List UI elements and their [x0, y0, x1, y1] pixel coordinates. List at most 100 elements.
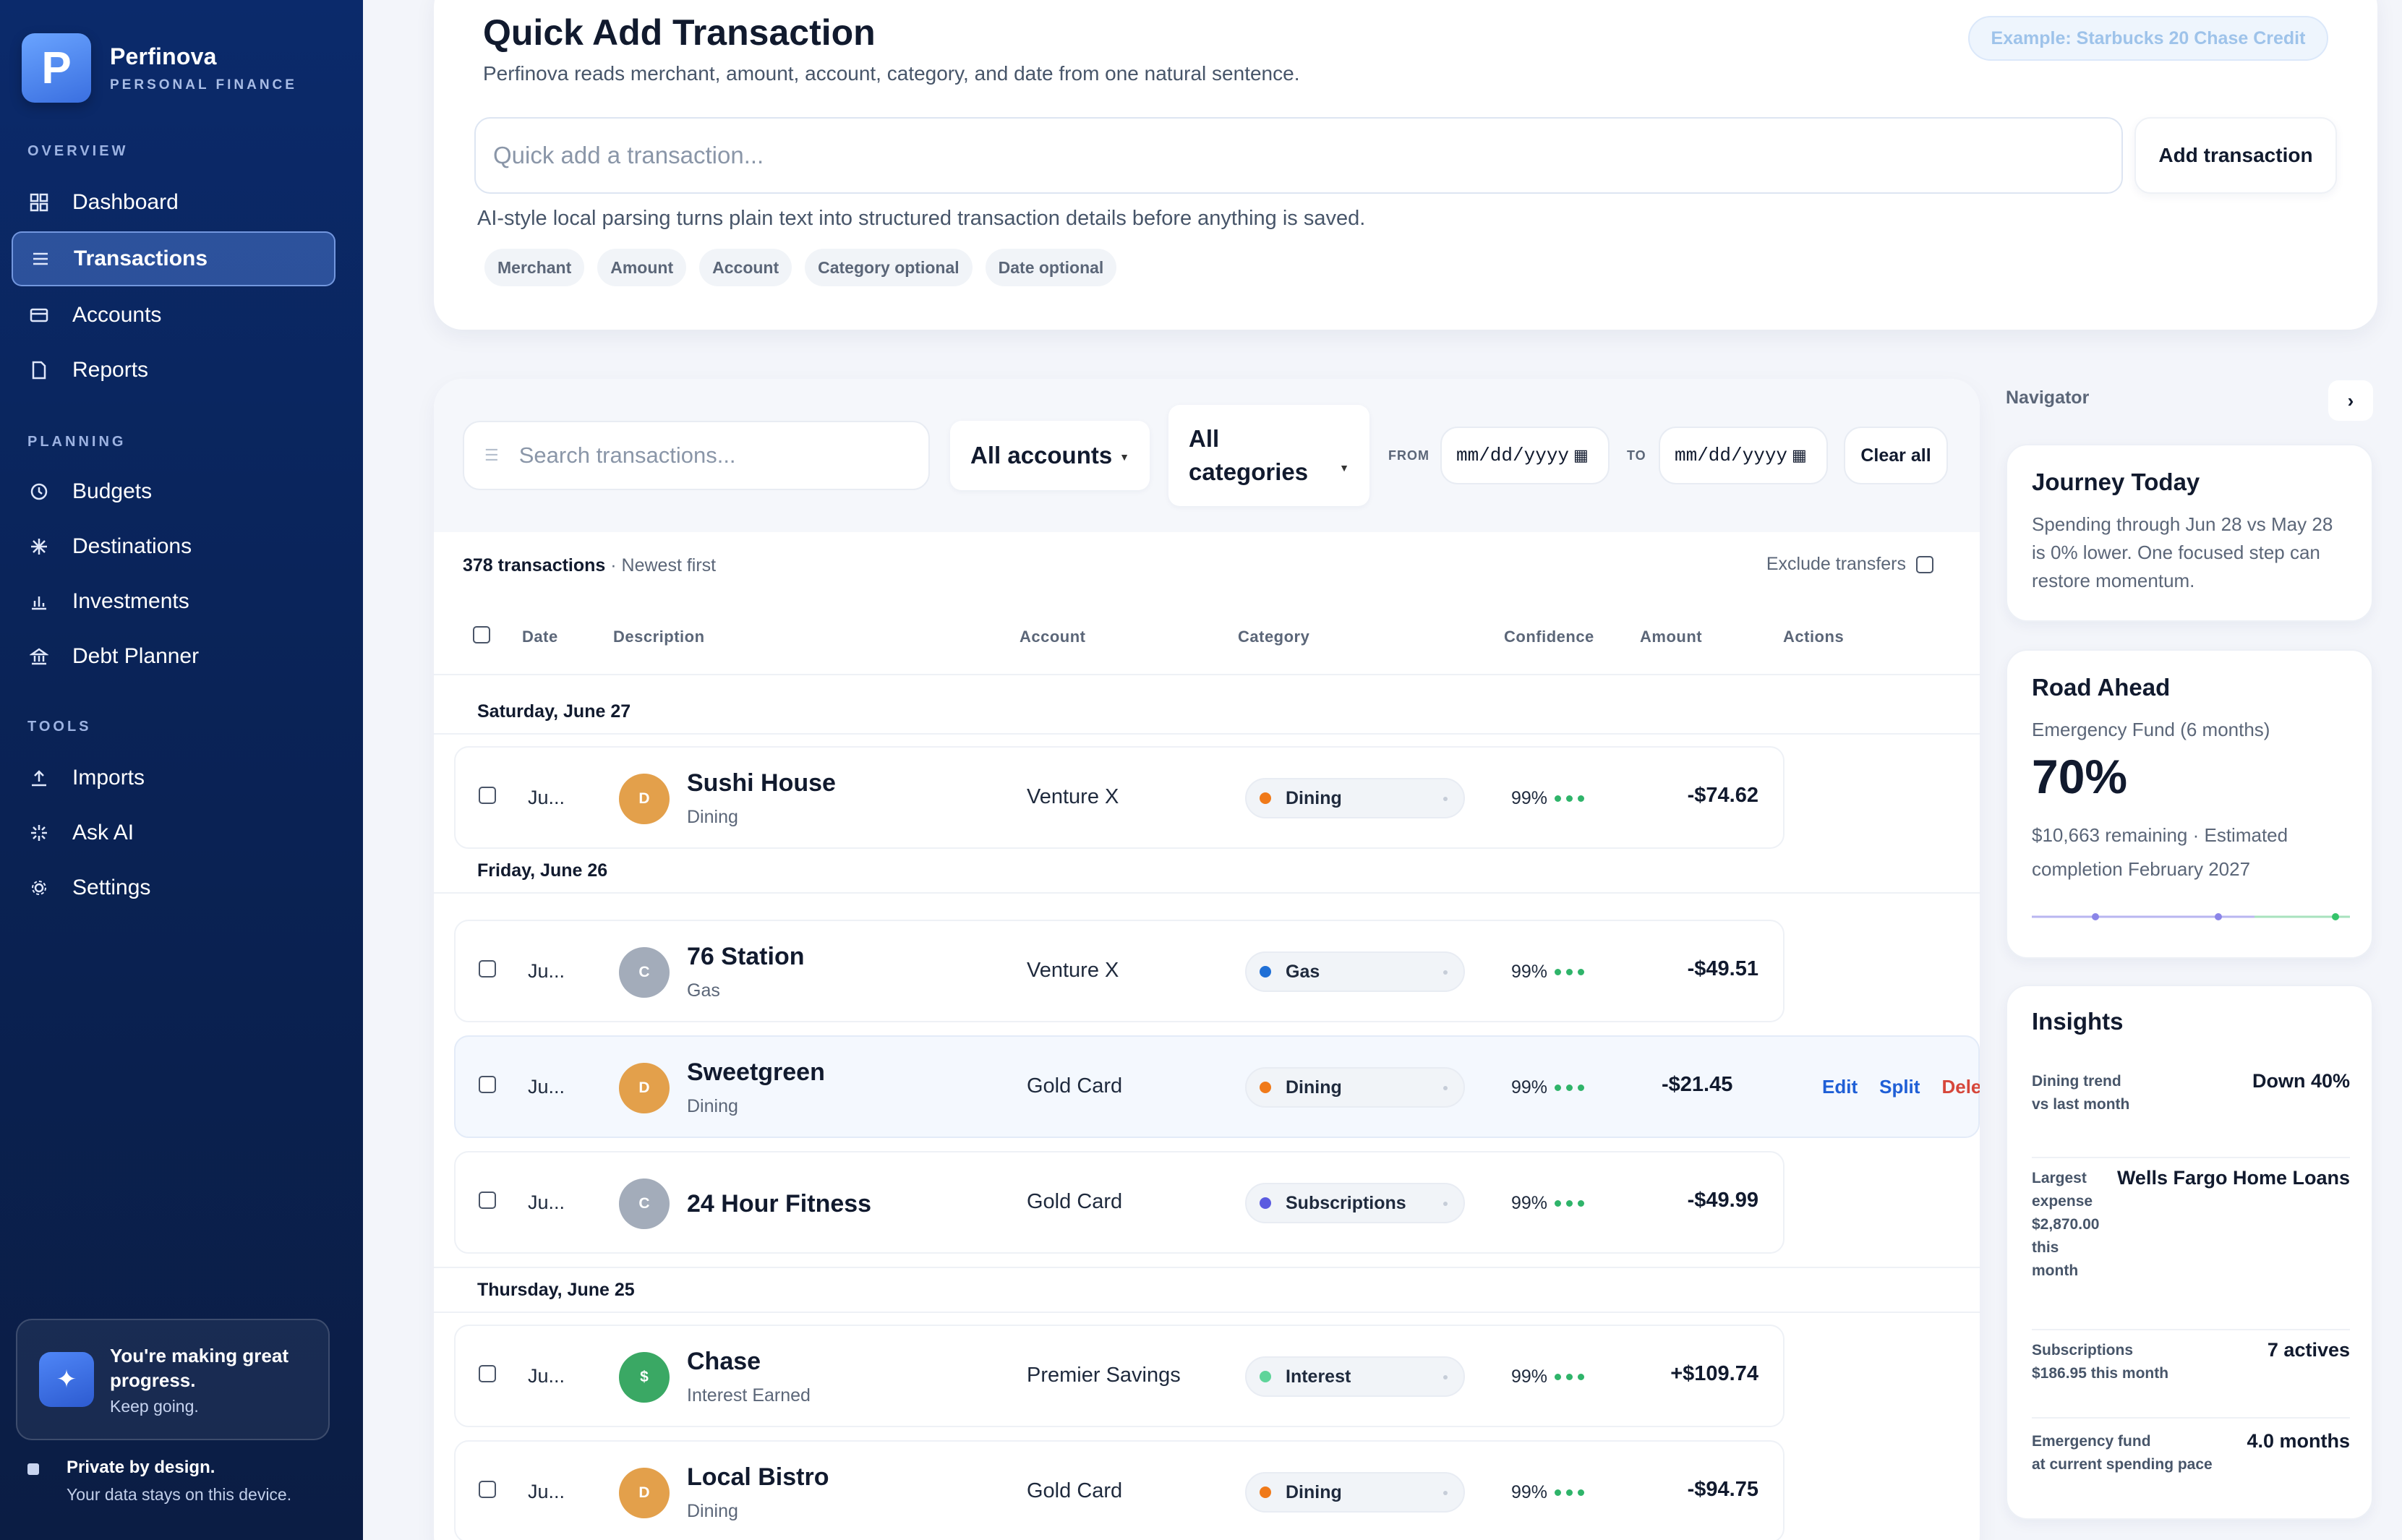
sidebar-item-label: Transactions: [74, 247, 208, 270]
sidebar-item-label: Settings: [72, 876, 151, 899]
category-select[interactable]: All categories ▼: [1168, 405, 1369, 506]
table-row[interactable]: Ju... D Sweetgreen Dining Gold Card Dini…: [454, 1035, 1980, 1138]
sidebar-item-label: Investments: [72, 589, 189, 613]
sidebar-item-investments[interactable]: Investments: [12, 574, 335, 629]
row-checkbox[interactable]: [479, 787, 496, 804]
example-badge[interactable]: Example: Starbucks 20 Chase Credit: [1968, 16, 2328, 61]
confidence: 99%: [1511, 1193, 1585, 1214]
merchant-avatar: D: [619, 1063, 670, 1113]
split-button[interactable]: Split: [1879, 1076, 1920, 1098]
sidebar-item-ask-ai[interactable]: Ask AI: [12, 805, 335, 860]
category-pill[interactable]: Dining: [1245, 1472, 1465, 1513]
parsing-hint: AI-style local parsing turns plain text …: [477, 207, 1366, 230]
insight-label: Subscriptions $186.95 this month: [2032, 1342, 2169, 1382]
row-date: Ju...: [528, 1481, 565, 1502]
row-checkbox[interactable]: [479, 1365, 496, 1382]
gear-icon: [27, 876, 51, 899]
brand-logo: P: [22, 33, 91, 103]
row-date: Ju...: [528, 787, 565, 808]
insight-row: Emergency fund at current spending pace …: [2032, 1430, 2350, 1500]
bank-icon: [27, 645, 51, 668]
category-label: Interest: [1286, 1366, 1351, 1387]
edit-button[interactable]: Edit: [1822, 1076, 1858, 1098]
chevron-right-icon[interactable]: ›: [2328, 380, 2373, 421]
row-date: Ju...: [528, 960, 565, 982]
list-icon: [29, 247, 52, 270]
category-pill[interactable]: Dining: [1245, 778, 1465, 818]
road-ahead-detail: $10,663 remaining · Estimated completion…: [2032, 824, 2288, 880]
dropdown-indicator-icon: [1443, 1491, 1448, 1495]
category-pill[interactable]: Dining: [1245, 1067, 1465, 1108]
chip-date: Date optional: [985, 249, 1117, 286]
select-all-checkbox[interactable]: [473, 626, 490, 643]
confidence-dot: [1578, 795, 1585, 802]
sidebar-item-transactions[interactable]: Transactions: [12, 231, 335, 286]
table-header: Date Description Account Category Confid…: [434, 600, 1980, 675]
table-row[interactable]: Ju... C 76 Station Gas Venture X Gas 99%…: [454, 920, 1785, 1022]
sidebar-item-destinations[interactable]: Destinations: [12, 519, 335, 574]
sidebar-item-settings[interactable]: Settings: [12, 860, 335, 915]
dropdown-indicator-icon: [1443, 1086, 1448, 1090]
account-select[interactable]: All accounts ▼: [950, 421, 1150, 490]
table-row[interactable]: Ju... C 24 Hour Fitness Gold Card Subscr…: [454, 1151, 1785, 1254]
table-row[interactable]: Ju... D Local Bistro Dining Gold Card Di…: [454, 1440, 1785, 1540]
transactions-panel: ☰ All accounts ▼ All categories ▼ FROM m…: [434, 379, 1980, 1540]
confidence-value: 99%: [1511, 962, 1548, 982]
category-pill[interactable]: Subscriptions: [1245, 1183, 1465, 1223]
journey-title: Journey Today: [2032, 469, 2200, 495]
merchant-subtitle: Interest Earned: [687, 1385, 811, 1406]
category-label: Dining: [1286, 1481, 1342, 1502]
confidence: 99%: [1511, 1482, 1585, 1503]
column-amount[interactable]: Amount: [1640, 628, 1702, 646]
exclude-transfers-checkbox[interactable]: [1916, 555, 1933, 573]
merchant-name: 24 Hour Fitness: [687, 1190, 872, 1218]
column-category[interactable]: Category: [1238, 628, 1309, 646]
column-description[interactable]: Description: [613, 628, 705, 646]
brand-subtitle: PERSONAL FINANCE: [110, 77, 297, 93]
search-input[interactable]: [518, 442, 910, 469]
sidebar-item-dashboard[interactable]: Dashboard: [12, 175, 335, 230]
confidence-dot: [1578, 969, 1585, 975]
column-date[interactable]: Date: [522, 628, 558, 646]
sidebar-item-accounts[interactable]: Accounts: [12, 288, 335, 343]
category-pill[interactable]: Gas: [1245, 951, 1465, 992]
merchant-avatar: D: [619, 774, 670, 824]
chevron-down-icon: ▼: [1339, 462, 1349, 474]
merchant-avatar: C: [619, 1178, 670, 1229]
day-header: Friday, June 26: [477, 860, 608, 881]
category-label: Dining: [1286, 787, 1342, 808]
column-account[interactable]: Account: [1020, 628, 1086, 646]
table-row[interactable]: Ju... D Sushi House Dining Venture X Din…: [454, 746, 1785, 849]
row-checkbox[interactable]: [479, 960, 496, 978]
road-ahead-progress-line: [2032, 913, 2350, 920]
row-checkbox[interactable]: [479, 1076, 496, 1093]
from-date-input[interactable]: mm/dd/yyyy ▦: [1440, 427, 1610, 484]
sort-order: · Newest first: [605, 555, 717, 576]
column-confidence[interactable]: Confidence: [1504, 628, 1594, 646]
sidebar-item-debt-planner[interactable]: Debt Planner: [12, 629, 335, 684]
row-checkbox[interactable]: [479, 1192, 496, 1209]
sidebar-item-label: Budgets: [72, 479, 153, 503]
column-actions: Actions: [1783, 628, 1845, 646]
sidebar-item-budgets[interactable]: Budgets: [12, 464, 335, 519]
sidebar-item-reports[interactable]: Reports: [12, 343, 335, 398]
quick-add-input[interactable]: [474, 117, 2123, 194]
row-checkbox[interactable]: [479, 1481, 496, 1498]
table-row[interactable]: Ju... $ Chase Interest Earned Premier Sa…: [454, 1325, 1785, 1427]
confidence-value: 99%: [1511, 788, 1548, 808]
delete-button[interactable]: Delete: [1941, 1076, 1980, 1098]
chip-category: Category optional: [805, 249, 973, 286]
search-field[interactable]: ☰: [463, 421, 930, 490]
brand[interactable]: P Perfinova PERSONAL FINANCE: [22, 33, 297, 103]
row-account: Premier Savings: [1027, 1364, 1181, 1387]
nav-section-tools: TOOLS: [27, 719, 92, 735]
category-dot: [1260, 1371, 1271, 1382]
exclude-transfers-toggle[interactable]: Exclude transfers: [1766, 554, 1933, 575]
sidebar-item-imports[interactable]: Imports: [12, 750, 335, 805]
clear-all-button[interactable]: Clear all: [1844, 427, 1948, 484]
to-date-input[interactable]: mm/dd/yyyy ▦: [1659, 427, 1828, 484]
category-pill[interactable]: Interest: [1245, 1356, 1465, 1397]
add-transaction-button[interactable]: Add transaction: [2134, 117, 2337, 194]
calendar-icon: ▦: [1792, 446, 1807, 465]
brand-name: Perfinova: [110, 43, 217, 69]
